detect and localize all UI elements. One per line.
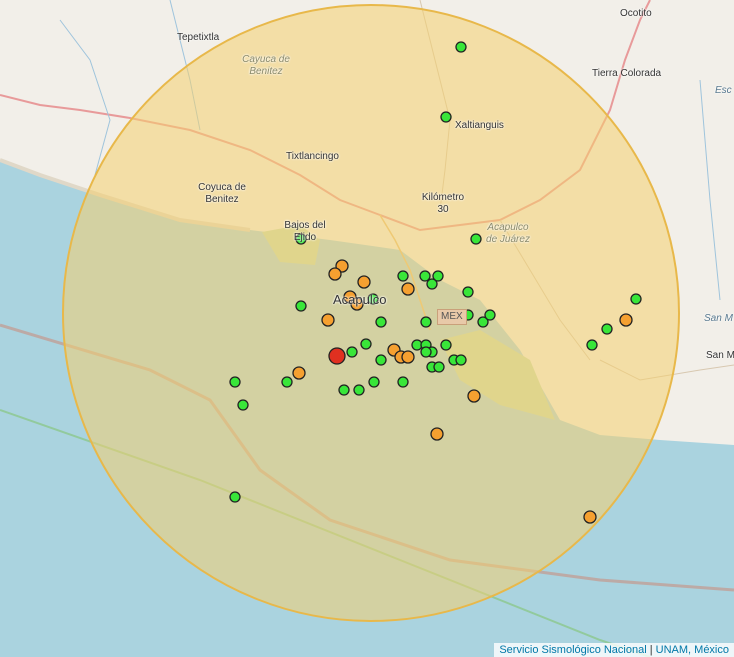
event-marker-moderate[interactable] bbox=[292, 366, 306, 380]
event-marker-minor[interactable] bbox=[360, 338, 372, 350]
event-marker-minor[interactable] bbox=[229, 491, 241, 503]
event-marker-moderate[interactable] bbox=[357, 275, 371, 289]
event-marker-minor[interactable] bbox=[375, 354, 387, 366]
place-tepetixtla: Tepetixtla bbox=[177, 32, 220, 43]
event-marker-minor[interactable] bbox=[419, 270, 431, 282]
event-marker-moderate[interactable] bbox=[430, 427, 444, 441]
event-marker-minor[interactable] bbox=[295, 300, 307, 312]
event-marker-minor[interactable] bbox=[353, 384, 365, 396]
map-layer[interactable] bbox=[0, 0, 734, 657]
event-marker-minor[interactable] bbox=[455, 354, 467, 366]
map-canvas[interactable]: Ocotito Tepetixtla Cayuca de Benitez Tie… bbox=[0, 0, 734, 657]
event-marker-minor[interactable] bbox=[440, 111, 452, 123]
place-bajos: Bajos del Ejido bbox=[284, 220, 326, 243]
event-marker-minor[interactable] bbox=[338, 384, 350, 396]
attribution-separator: | bbox=[646, 644, 656, 656]
place-xaltianguis: Xaltianguis bbox=[455, 120, 504, 131]
event-marker-moderate[interactable] bbox=[321, 313, 335, 327]
place-km30: Kilómetro 30 bbox=[421, 192, 465, 215]
event-marker-moderate[interactable] bbox=[467, 389, 481, 403]
event-marker-minor[interactable] bbox=[455, 41, 467, 53]
event-marker-minor[interactable] bbox=[375, 316, 387, 328]
event-marker-minor[interactable] bbox=[281, 376, 293, 388]
event-marker-minor[interactable] bbox=[237, 399, 249, 411]
place-tierra-colorada: Tierra Colorada bbox=[592, 68, 662, 79]
event-marker-minor[interactable] bbox=[397, 376, 409, 388]
place-coyuca: Coyuca de Benitez bbox=[198, 182, 246, 205]
event-marker-minor[interactable] bbox=[586, 339, 598, 351]
place-acapulco-district: Acapulco de Juárez bbox=[486, 222, 530, 245]
event-marker-epicenter[interactable] bbox=[328, 347, 346, 365]
event-marker-minor[interactable] bbox=[601, 323, 613, 335]
attribution-link-ssn[interactable]: Servicio Sismológico Nacional bbox=[499, 644, 646, 656]
event-marker-moderate[interactable] bbox=[619, 313, 633, 327]
event-marker-moderate[interactable] bbox=[401, 350, 415, 364]
place-san-m-water: San M bbox=[704, 313, 733, 324]
event-marker-moderate[interactable] bbox=[328, 267, 342, 281]
event-marker-minor[interactable] bbox=[368, 376, 380, 388]
event-marker-minor[interactable] bbox=[426, 278, 438, 290]
event-marker-minor[interactable] bbox=[440, 339, 452, 351]
event-marker-minor[interactable] bbox=[630, 293, 642, 305]
map-attribution: Servicio Sismológico Nacional | UNAM, Mé… bbox=[494, 643, 734, 657]
place-acapulco: Acapulco bbox=[333, 292, 387, 307]
event-marker-moderate[interactable] bbox=[401, 282, 415, 296]
place-esc: Esc bbox=[715, 85, 732, 96]
event-marker-minor[interactable] bbox=[433, 361, 445, 373]
place-tixtlancingo: Tixtlancingo bbox=[286, 151, 339, 162]
event-marker-minor[interactable] bbox=[462, 286, 474, 298]
radius-circle bbox=[62, 4, 680, 622]
event-marker-minor[interactable] bbox=[484, 309, 496, 321]
event-marker-minor[interactable] bbox=[420, 346, 432, 358]
event-marker-minor[interactable] bbox=[397, 270, 409, 282]
place-ocotito: Ocotito bbox=[620, 8, 652, 19]
event-marker-minor[interactable] bbox=[420, 316, 432, 328]
attribution-link-unam[interactable]: UNAM, México bbox=[656, 644, 729, 656]
highway-shield: MEX bbox=[437, 309, 467, 325]
place-san-m: San M bbox=[706, 350, 734, 361]
event-marker-moderate[interactable] bbox=[583, 510, 597, 524]
river bbox=[59, 19, 111, 176]
event-marker-minor[interactable] bbox=[346, 346, 358, 358]
event-marker-minor[interactable] bbox=[470, 233, 482, 245]
event-marker-minor[interactable] bbox=[229, 376, 241, 388]
place-cayuca: Cayuca de Benitez bbox=[242, 54, 290, 77]
river bbox=[699, 79, 721, 301]
